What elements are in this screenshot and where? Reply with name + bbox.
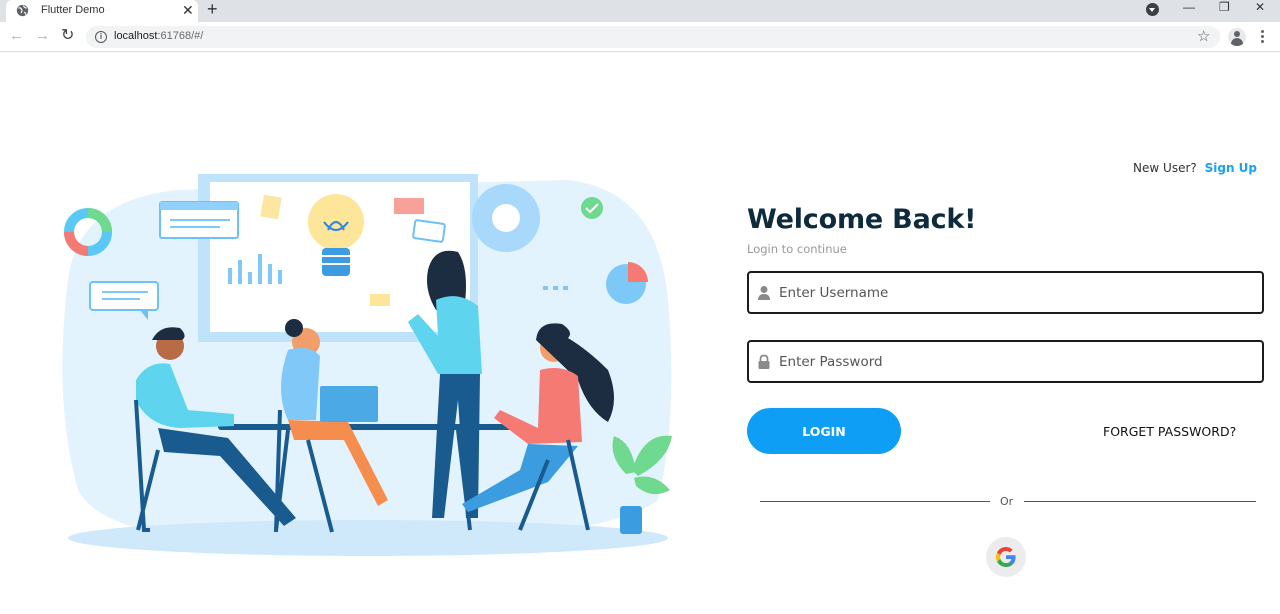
account-icon[interactable] — [1228, 28, 1246, 46]
minimize-button[interactable]: — — [1183, 0, 1195, 14]
password-input[interactable] — [779, 342, 1254, 381]
tab-close-icon[interactable]: ✕ — [182, 2, 194, 18]
restore-button[interactable]: ❐ — [1219, 0, 1230, 14]
google-icon — [996, 547, 1016, 567]
signup-prompt: New User? Sign Up — [1133, 161, 1257, 175]
new-user-label: New User? — [1133, 161, 1197, 175]
reload-button[interactable]: ↻ — [61, 28, 74, 44]
tab-search-icon[interactable] — [1146, 3, 1159, 16]
page-subtitle: Login to continue — [747, 242, 847, 256]
divider-right — [1024, 501, 1256, 502]
password-field[interactable] — [747, 340, 1264, 383]
username-input[interactable] — [779, 273, 1254, 312]
divider-or-label: Or — [1000, 495, 1014, 508]
globe-icon — [16, 4, 29, 17]
url-text[interactable]: localhost:61768/#/ — [114, 30, 203, 42]
divider-left — [760, 501, 990, 502]
forgot-password-link[interactable]: FORGET PASSWORD? — [1103, 424, 1236, 439]
tab-title: Flutter Demo — [41, 4, 105, 16]
address-bar[interactable]: i localhost:61768/#/ ☆ — [86, 26, 1220, 48]
team-meeting-illustration — [62, 174, 672, 556]
username-field[interactable] — [747, 271, 1264, 314]
bookmark-star-icon[interactable]: ☆ — [1197, 27, 1210, 45]
info-icon[interactable]: i — [95, 31, 107, 43]
browser-menu-icon[interactable] — [1257, 29, 1267, 45]
lock-icon — [758, 354, 770, 369]
signup-link[interactable]: Sign Up — [1205, 161, 1257, 175]
browser-tab-bar: Flutter Demo ✕ + — ❐ ✕ — [0, 0, 1280, 22]
forward-button[interactable]: → — [35, 28, 50, 44]
back-button[interactable]: ← — [9, 28, 24, 44]
person-icon — [758, 286, 770, 300]
browser-toolbar: ← → ↻ i localhost:61768/#/ ☆ — [0, 22, 1280, 52]
login-button[interactable]: LOGIN — [747, 408, 901, 454]
new-tab-button[interactable]: + — [207, 0, 218, 18]
browser-tab[interactable]: Flutter Demo ✕ — [6, 0, 198, 22]
google-signin-button[interactable] — [986, 537, 1026, 577]
window-close-button[interactable]: ✕ — [1255, 0, 1265, 14]
page-title: Welcome Back! — [747, 204, 977, 235]
